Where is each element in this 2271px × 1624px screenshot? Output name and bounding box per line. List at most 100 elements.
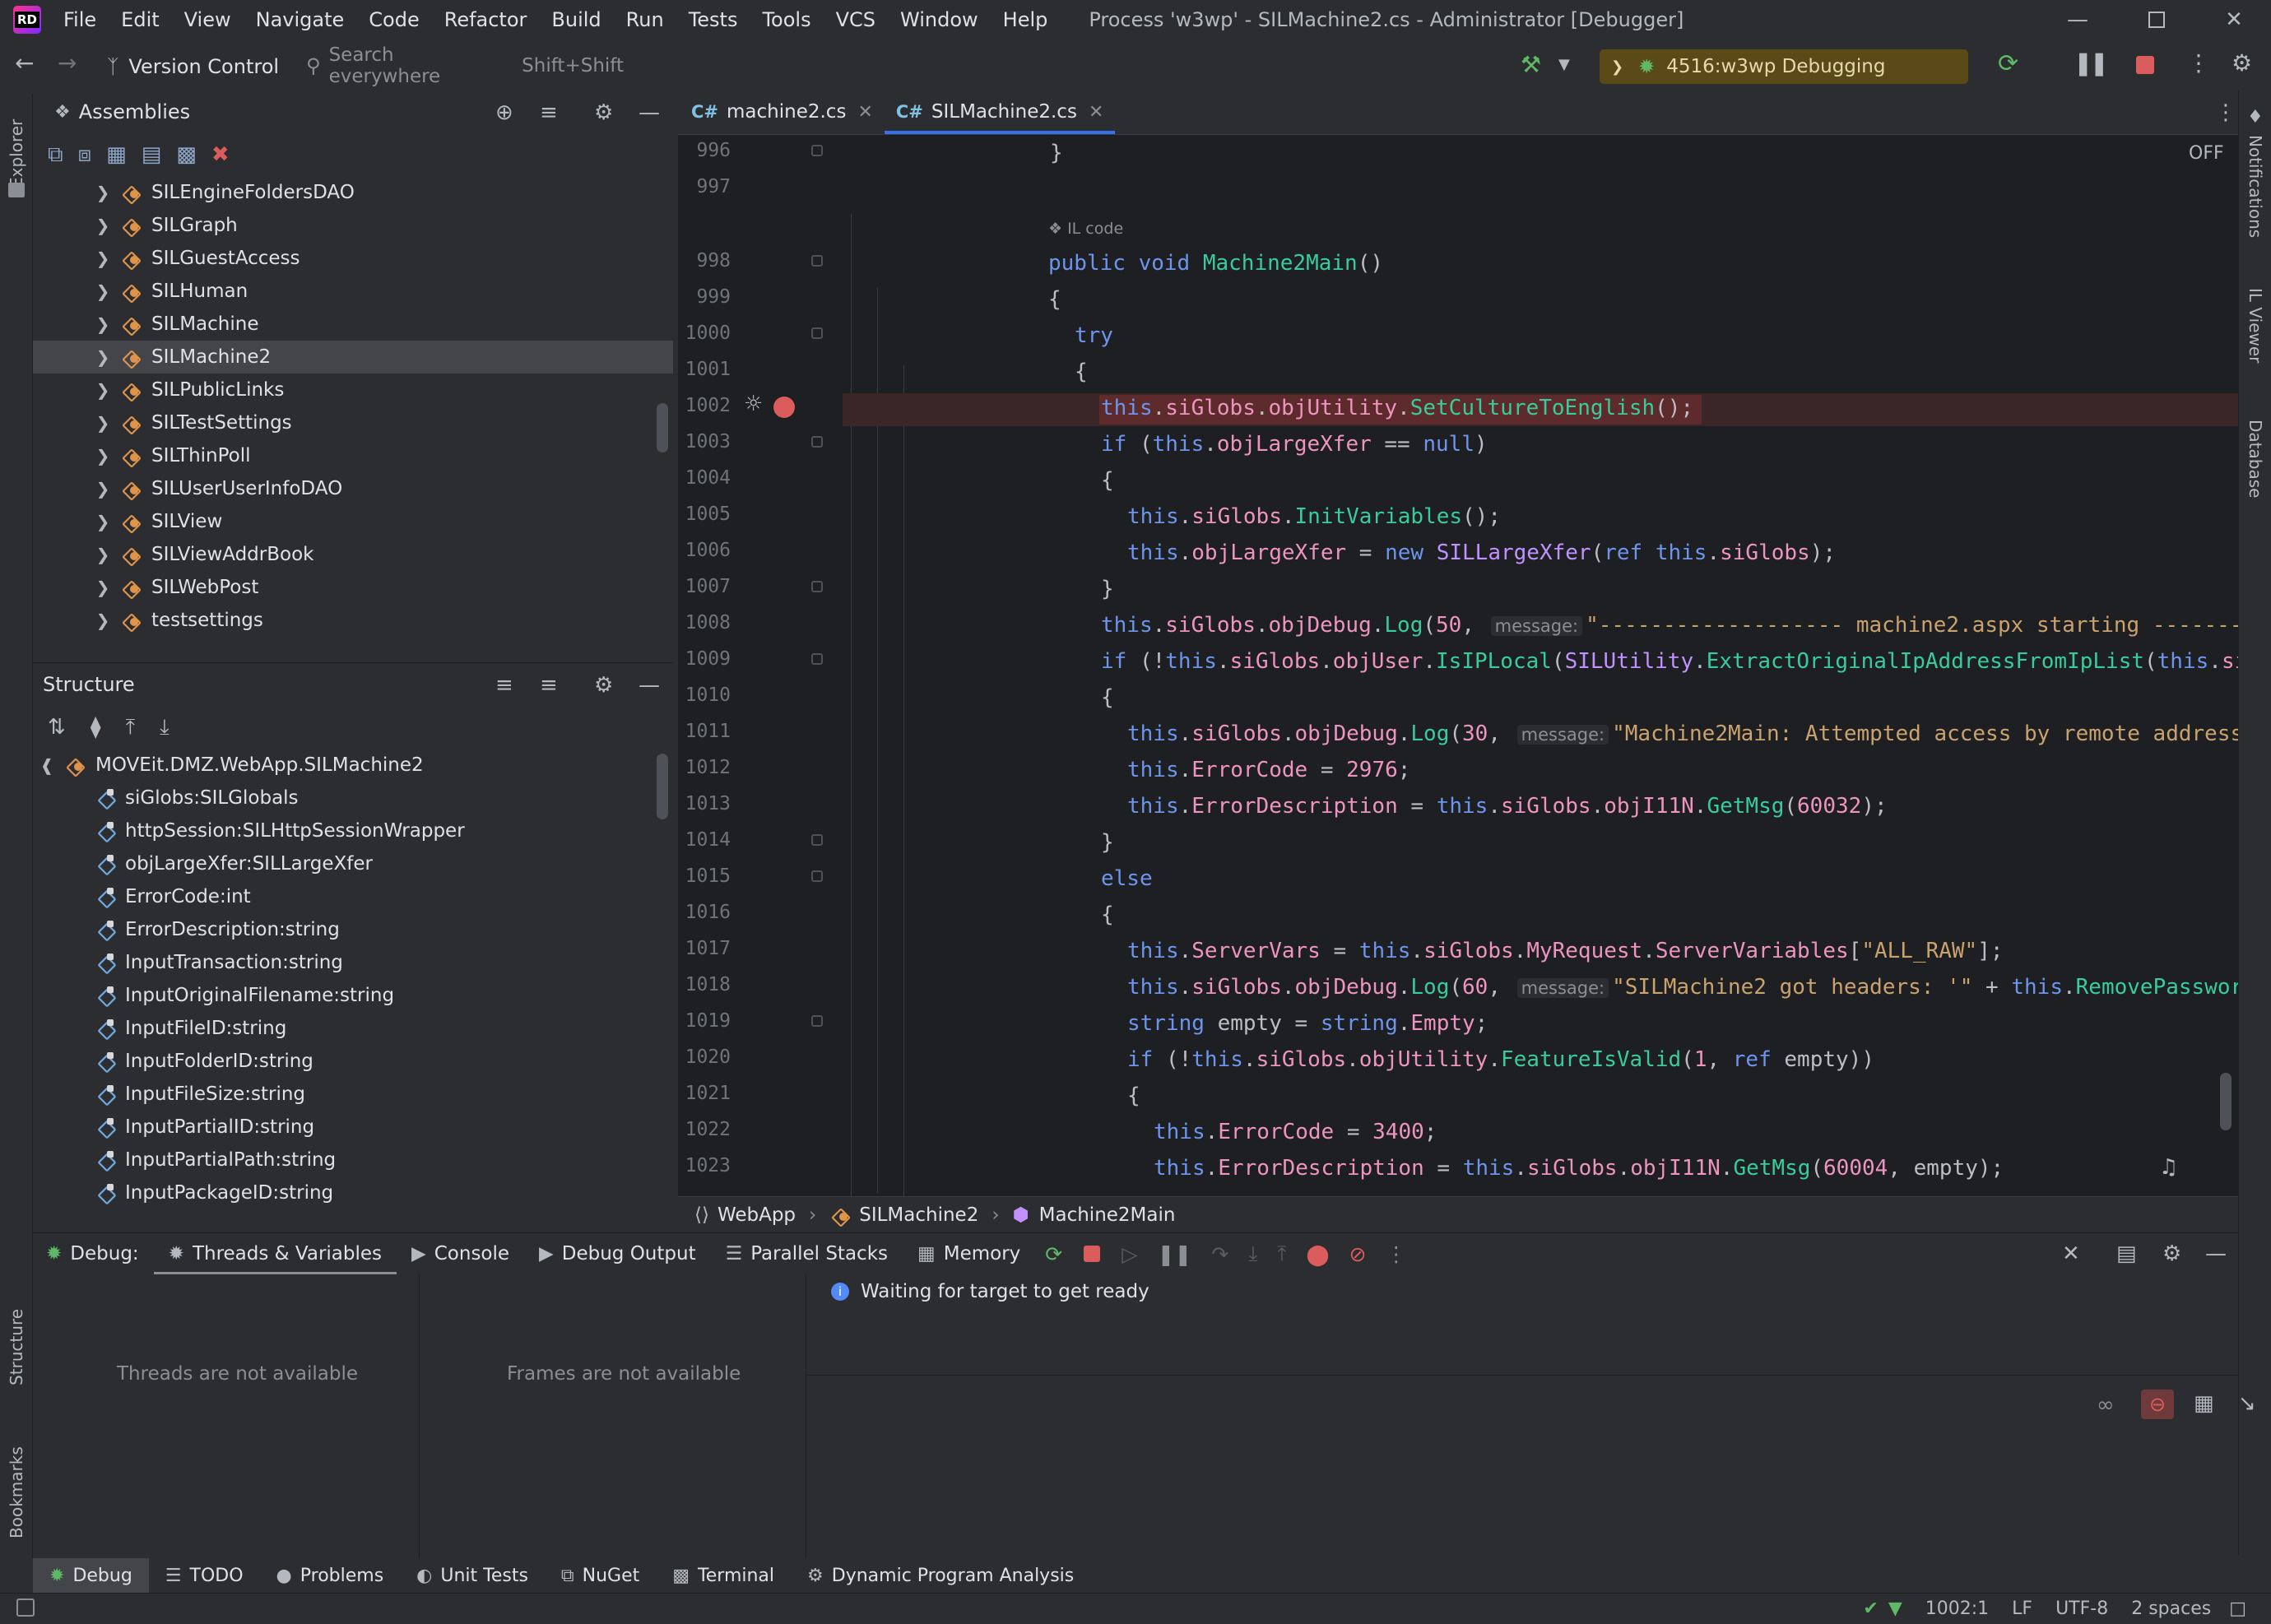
structure-member[interactable]: InputOriginalFilename:string [33,979,673,1012]
step-out-icon[interactable]: ⤒ [1277,1241,1286,1266]
tool-nuget[interactable]: ⧉ NuGet [545,1558,656,1593]
layout-toggle-icon[interactable] [16,1598,35,1617]
structure-member[interactable]: InputFileID:string [33,1012,673,1045]
chevron-right-icon[interactable]: ❯ [94,248,112,268]
fold-marker[interactable] [811,1015,823,1027]
close-tab-icon[interactable]: ✕ [1089,102,1103,123]
glasses-watch-icon[interactable]: ∞ [2097,1393,2115,1418]
breakpoint-icon[interactable] [773,397,795,418]
stop-evaluation-icon[interactable]: ⊖ [2141,1390,2174,1419]
close-icon[interactable]: ✕ [2062,1241,2080,1266]
tab-threads-variables[interactable]: ✹ Threads & Variables [153,1233,397,1274]
check-icon[interactable]: ✔ [1863,1598,1878,1619]
scroll-to-source-icon[interactable]: ⤓ [160,715,170,740]
gear-icon[interactable]: ⚙ [594,673,613,698]
inlay-hints-off-toggle[interactable]: OFF [2189,143,2224,164]
menu-refactor[interactable]: Refactor [432,8,540,31]
vcs-status-icon[interactable]: ▼ [1888,1598,1902,1619]
fold-marker[interactable] [811,581,823,592]
fold-marker[interactable] [811,145,823,156]
close-tab-icon[interactable]: ✕ [857,102,872,123]
chevron-down-icon[interactable]: ❰ [38,755,56,775]
structure-member[interactable]: InputPartialPath:string [33,1144,673,1176]
tree-item[interactable]: ❯ SILUserUserInfoDAO [33,472,673,505]
run-configuration-selector[interactable]: ❯ ✹ 4516:w3wp Debugging [1600,49,1968,84]
tree-item[interactable]: ❯ SILWebPost [33,571,673,604]
editor-scrollbar[interactable] [2220,1073,2232,1130]
gear-icon[interactable]: ⚙ [2162,1241,2181,1266]
tree-item[interactable]: ❯ SILThinPoll [33,439,673,472]
menu-tests[interactable]: Tests [676,8,750,31]
menu-code[interactable]: Code [356,8,431,31]
structure-stripe-button[interactable]: Structure [7,1270,26,1385]
menu-edit[interactable]: Edit [109,8,171,31]
menu-tools[interactable]: Tools [750,8,823,31]
chevron-right-icon[interactable]: ❯ [94,578,112,597]
structure-root[interactable]: ❰ MOVEit.DMZ.WebApp.SILMachine2 [33,749,673,782]
bookmarks-stripe-button[interactable]: Bookmarks [7,1423,26,1538]
tab-memory[interactable]: ▦ Memory [903,1233,1035,1274]
menu-run[interactable]: Run [614,8,676,31]
tree-item[interactable]: ❯ SILViewAddrBook [33,538,673,571]
fold-marker[interactable] [811,255,823,267]
chevron-right-icon[interactable]: ❯ [94,479,112,499]
chevron-right-icon[interactable]: ❯ [94,446,112,466]
hide-panel-icon[interactable]: — [639,673,660,698]
reader-mode-icon[interactable]: ♫ [2159,1155,2178,1180]
chevron-right-icon[interactable]: ❯ [94,216,112,235]
breadcrumb-item[interactable]: WebApp [718,1204,796,1226]
indent-setting[interactable]: 2 spaces [2131,1598,2211,1619]
tree-item[interactable]: ❯ SILPublicLinks [33,374,673,406]
chevron-right-icon[interactable]: ❯ [94,512,112,531]
structure-member[interactable]: InputFileSize:string [33,1078,673,1111]
tool-terminal[interactable]: ▩ Terminal [656,1558,791,1593]
pause-icon[interactable]: ❚❚ [2074,49,2109,77]
chevron-right-icon[interactable]: ❯ [94,545,112,564]
menu-navigate[interactable]: Navigate [244,8,357,31]
locate-icon[interactable]: ⊕ [495,100,513,125]
collapse-all-icon[interactable]: ≡ [540,673,558,698]
tool-todo[interactable]: ☰ TODO [149,1558,260,1593]
back-arrow-icon[interactable]: ← [15,49,34,77]
resume-icon[interactable]: ▷ [1122,1242,1137,1266]
notifications-stripe-button[interactable]: Notifications [2245,135,2265,267]
file-encoding[interactable]: UTF-8 [2055,1598,2108,1619]
editor-gutter[interactable]: 996 997 998 999 1000 1001 1002 1003 1004… [678,135,843,1196]
collapse-all-icon[interactable]: ≡ [540,100,558,125]
tab-parallel-stacks[interactable]: ☰ Parallel Stacks [711,1233,903,1274]
minimize-button[interactable]: — [2041,0,2115,39]
version-control-button[interactable]: ᛉ Version Control [107,51,279,82]
tab-silmachine2-cs[interactable]: C# SILMachine2.cs ✕ [884,90,1116,134]
add-assembly-icon[interactable]: ⧉ [48,142,63,168]
breadcrumb-item[interactable]: Machine2Main [1039,1204,1176,1226]
structure-member[interactable]: InputPartialID:string [33,1111,673,1144]
structure-scrollbar[interactable] [657,754,668,819]
chevron-right-icon[interactable]: ❯ [94,314,112,334]
chevron-right-icon[interactable]: ❯ [94,347,112,367]
rerun-icon[interactable]: ⟳ [1045,1242,1062,1266]
tab-options-icon[interactable]: ⋮ [2215,100,2236,125]
more-vertical-icon[interactable]: ⋮ [1386,1242,1406,1266]
fold-marker[interactable] [811,653,823,665]
structure-member[interactable]: ErrorCode:int [33,880,673,913]
calculator-icon[interactable]: ▦ [2194,1391,2214,1416]
scroll-from-source-icon[interactable]: ⤒ [126,715,136,740]
structure-member[interactable]: siGlobs:SILGlobals [33,782,673,814]
build-dropdown-icon[interactable]: ▼ [1558,56,1570,73]
tree-item-selected[interactable]: ❯ SILMachine2 [33,341,673,374]
tree-item[interactable]: ❯ SILView [33,505,673,538]
explorer-stripe-button[interactable]: Explorer [7,105,26,188]
assembly-list-icon[interactable]: ▦ [106,142,127,167]
fold-marker[interactable] [811,870,823,882]
tab-machine2-cs[interactable]: C# machine2.cs ✕ [678,90,885,134]
structure-member[interactable]: ErrorDescription:string [33,913,673,946]
tool-debug[interactable]: ✹ Debug [33,1558,149,1593]
menu-help[interactable]: Help [991,8,1061,31]
mute-breakpoints-icon[interactable]: ⊘ [1349,1242,1366,1266]
hide-panel-icon[interactable]: — [2205,1241,2227,1266]
structure-member[interactable]: InputPackageID:string [33,1176,673,1209]
tree-item[interactable]: ❯ SILMachine [33,308,673,341]
tree-item[interactable]: ❯ SILGuestAccess [33,242,673,275]
open-from-list-icon[interactable]: ⧈ [78,142,92,168]
tree-item[interactable]: ❯ SILTestSettings [33,406,673,439]
